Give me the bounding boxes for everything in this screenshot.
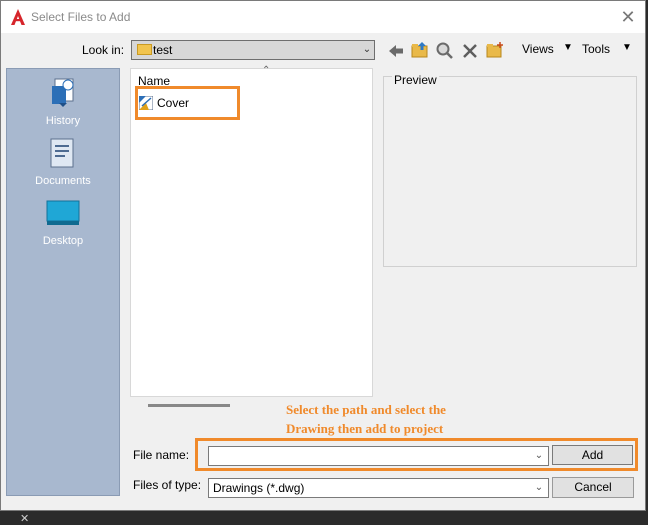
close-button[interactable]: ✕ [618, 7, 638, 27]
desktop-icon [46, 200, 80, 225]
title-bar: Select Files to Add ✕ [1, 1, 645, 33]
chevron-down-icon[interactable]: ⌄ [360, 41, 374, 59]
documents-icon [50, 138, 74, 168]
views-dropdown-icon[interactable]: ▼ [563, 42, 573, 53]
filename-combo[interactable]: ⌄ [208, 446, 549, 466]
filetype-label: Files of type: [133, 478, 202, 492]
add-button[interactable]: Add [552, 445, 633, 465]
back-arrow-icon[interactable] [386, 41, 406, 61]
sort-ascending-icon: ⌃ [262, 65, 271, 76]
place-history-label: History [45, 115, 81, 127]
tools-dropdown-icon[interactable]: ▼ [622, 42, 632, 53]
search-web-icon[interactable] [435, 41, 455, 61]
instruction-annotation: Select the path and select the Drawing t… [286, 400, 516, 438]
place-desktop-label: Desktop [42, 235, 84, 247]
filename-label: File name: [133, 448, 190, 462]
tools-menu-button[interactable]: Tools [582, 42, 610, 56]
instruction-line-1: Select the path and select the [286, 402, 446, 417]
filetype-dropdown[interactable]: Drawings (*.dwg) ⌄ [208, 478, 549, 498]
select-files-dialog: Select Files to Add ✕ Look in: test ⌄ Vi… [0, 0, 646, 511]
history-icon [52, 78, 74, 107]
delete-icon[interactable] [460, 41, 480, 61]
new-folder-icon[interactable] [485, 40, 505, 60]
instruction-line-2: Drawing then add to project [286, 421, 444, 436]
highlight-box-file [135, 86, 240, 120]
lookin-label: Look in: [82, 43, 125, 57]
filetype-value: Drawings (*.dwg) [213, 481, 305, 495]
lookin-value: test [153, 43, 173, 57]
horizontal-scrollbar[interactable] [148, 404, 230, 407]
cancel-button[interactable]: Cancel [552, 477, 634, 498]
chevron-down-icon[interactable]: ⌄ [531, 479, 547, 497]
places-bar: History Documents Desktop [6, 68, 120, 496]
place-documents-label: Documents [35, 175, 91, 187]
autocad-logo-icon [11, 9, 25, 25]
crosshair-icon: ✕ [20, 513, 30, 525]
chevron-down-icon[interactable]: ⌄ [531, 447, 547, 465]
window-title: Select Files to Add [31, 10, 131, 24]
preview-label: Preview [392, 73, 439, 87]
preview-pane [383, 76, 637, 267]
views-menu-button[interactable]: Views [522, 42, 554, 56]
up-folder-icon[interactable] [410, 40, 430, 60]
lookin-dropdown[interactable]: test ⌄ [131, 40, 375, 60]
folder-icon [137, 44, 152, 55]
